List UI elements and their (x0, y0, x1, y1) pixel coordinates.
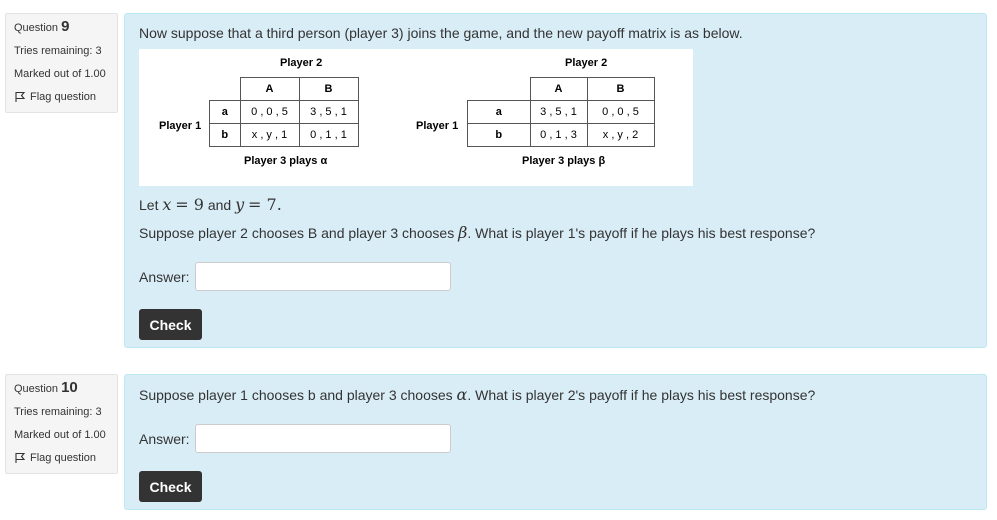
answer-input[interactable] (195, 424, 451, 453)
row-header: b (467, 123, 531, 147)
question-number-value: 9 (61, 18, 70, 35)
tries-remaining: Tries remaining: 3 (14, 45, 102, 57)
payoff-cell: x , y , 2 (586, 123, 655, 147)
question-prompt: Suppose player 2 chooses B and player 3 … (139, 223, 815, 242)
let-statement: Let x = 9 and y = 7. (139, 195, 282, 214)
answer-label: Answer: (139, 431, 190, 447)
prompt-part-1: Suppose player 1 chooses b and player 3 … (139, 387, 453, 403)
row-header: a (209, 100, 241, 124)
let-prefix: Let (139, 197, 159, 213)
flag-icon (14, 452, 26, 464)
matrix-caption: Player 3 plays β (522, 155, 606, 167)
answer-input[interactable] (195, 262, 451, 291)
flag-question-link[interactable]: Flag question (14, 90, 117, 104)
marked-out-of: Marked out of 1.00 (14, 68, 106, 80)
question-number-value: 10 (61, 379, 78, 396)
y-value: = 7. (248, 195, 282, 214)
col-player-label: Player 2 (280, 57, 323, 69)
payoff-table-beta: A B a 3 , 5 , 1 0 , 0 , 5 b 0 , 1 , 3 x … (467, 77, 655, 147)
question-content-9: Now suppose that a third person (player … (124, 13, 987, 348)
var-x: x (162, 195, 172, 214)
payoff-cell: 0 , 1 , 1 (298, 123, 359, 147)
flag-question-label: Flag question (30, 91, 97, 103)
check-button[interactable]: Check (139, 471, 202, 502)
question-prompt: Suppose player 1 chooses b and player 3 … (139, 385, 815, 404)
col-header: A (529, 77, 588, 101)
check-button[interactable]: Check (139, 309, 202, 340)
col-header: A (239, 77, 300, 101)
question-word: Question (14, 383, 59, 395)
col-header: B (586, 77, 655, 101)
payoff-cell: 0 , 0 , 5 (586, 100, 655, 124)
flag-icon (14, 91, 26, 103)
row-header: b (209, 123, 241, 147)
payoff-matrix-image: Player 2 Player 1 A B a 0 , 0 , 5 3 , 5 … (139, 49, 693, 186)
flag-question-link[interactable]: Flag question (14, 451, 117, 465)
row-header: a (467, 100, 531, 124)
prompt-part-2: . What is player 2's payoff if he plays … (467, 387, 816, 403)
corner-cell (210, 78, 241, 101)
row-player-label: Player 1 (416, 120, 459, 132)
prompt-part-2: . What is player 1's payoff if he plays … (467, 225, 816, 241)
corner-cell (468, 78, 531, 101)
flag-question-label: Flag question (30, 452, 97, 464)
payoff-cell: 3 , 5 , 1 (529, 100, 588, 124)
col-header: B (298, 77, 359, 101)
x-value: = 9 (175, 195, 204, 214)
payoff-table-alpha: A B a 0 , 0 , 5 3 , 5 , 1 b x , y , 1 0 … (209, 77, 359, 147)
var-y: y (235, 195, 245, 214)
payoff-cell: x , y , 1 (239, 123, 300, 147)
let-and: and (207, 197, 232, 213)
row-player-label: Player 1 (159, 120, 202, 132)
marked-out-of: Marked out of 1.00 (14, 429, 106, 441)
payoff-cell: 0 , 1 , 3 (529, 123, 588, 147)
prompt-part-1: Suppose player 2 chooses B and player 3 … (139, 225, 455, 241)
question-content-10: Suppose player 1 chooses b and player 3 … (124, 374, 987, 510)
col-player-label: Player 2 (565, 57, 608, 69)
question-number: Question 9 (14, 18, 117, 35)
question-word: Question (14, 22, 59, 34)
question-text: Now suppose that a third person (player … (139, 25, 743, 41)
payoff-cell: 0 , 0 , 5 (239, 100, 300, 124)
question-number: Question 10 (14, 379, 117, 396)
question-info-9: Question 9 Tries remaining: 3 Marked out… (5, 13, 118, 113)
alpha-symbol: α (456, 385, 468, 404)
matrix-caption: Player 3 plays α (244, 155, 328, 167)
payoff-cell: 3 , 5 , 1 (298, 100, 359, 124)
answer-label: Answer: (139, 269, 190, 285)
tries-remaining: Tries remaining: 3 (14, 406, 102, 418)
beta-symbol: β (458, 223, 468, 242)
question-info-10: Question 10 Tries remaining: 3 Marked ou… (5, 374, 118, 474)
